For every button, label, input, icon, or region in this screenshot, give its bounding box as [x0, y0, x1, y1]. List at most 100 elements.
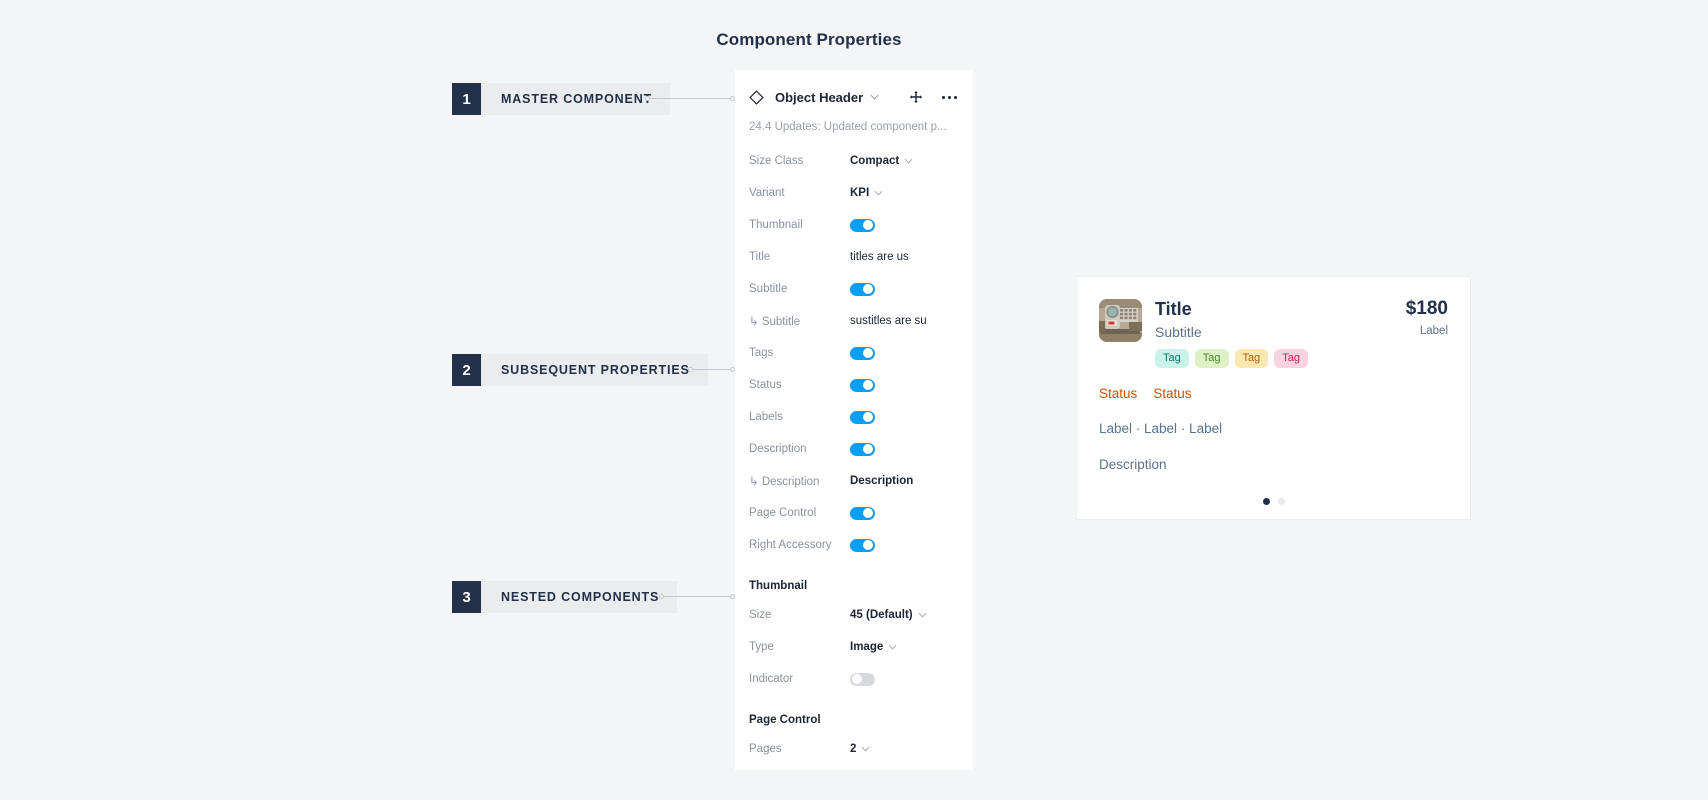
property-value-text: KPI — [850, 187, 870, 199]
page-dot-active[interactable] — [1262, 498, 1270, 505]
property-row-thumbnail-indicator[interactable]: Indicator — [735, 663, 973, 695]
property-row-thumbnail-type[interactable]: Type Image — [735, 631, 973, 663]
property-row-pages[interactable]: Pages 2 — [735, 733, 973, 765]
object-header-preview-card: Title Subtitle Tag Tag Tag Tag $180 Labe… — [1077, 277, 1470, 519]
property-value-text: Image — [850, 641, 884, 653]
property-label: Title — [749, 251, 771, 263]
tag-4[interactable]: Tag — [1274, 348, 1308, 368]
toggle-description[interactable] — [850, 442, 875, 456]
property-label: Subtitle — [749, 283, 788, 295]
property-label: Type — [749, 641, 774, 653]
property-label: Pages — [749, 743, 782, 755]
card-text-block: Title Subtitle Tag Tag Tag Tag — [1155, 299, 1390, 368]
toggle-status[interactable] — [850, 378, 875, 392]
property-row-description-toggle[interactable]: Description — [735, 433, 973, 465]
callout-subsequent-properties: 2 SUBSEQUENT PROPERTIES — [452, 354, 708, 386]
property-row-variant[interactable]: Variant KPI — [735, 177, 973, 209]
card-body: Status Status Label · Label · Label Desc… — [1077, 368, 1470, 472]
toggle-subtitle[interactable] — [850, 282, 875, 296]
toggle-labels[interactable] — [850, 410, 875, 424]
callout-nested-components: 3 NESTED COMPONENTS — [452, 581, 678, 613]
card-top-section: Title Subtitle Tag Tag Tag Tag $180 Labe… — [1077, 277, 1470, 368]
status-text-1: Status — [1099, 385, 1138, 401]
callout-number: 2 — [452, 354, 481, 386]
toggle-knob — [863, 380, 873, 390]
card-kpi-block: $180 Label — [1390, 298, 1448, 368]
toggle-page-control[interactable] — [850, 506, 875, 520]
toggle-knob — [863, 348, 873, 358]
property-label: ↳ Subtitle — [749, 316, 801, 328]
property-row-description-value[interactable]: ↳ Description Description — [735, 465, 973, 497]
toggle-knob — [863, 284, 873, 294]
property-row-subtitle-value[interactable]: ↳ Subtitle sustitles are su — [735, 305, 973, 337]
callout-number: 1 — [452, 83, 481, 115]
property-row-status[interactable]: Status — [735, 369, 973, 401]
property-value-select[interactable]: Image — [850, 641, 897, 653]
property-value-text: Compact — [850, 155, 900, 167]
callout-label: MASTER COMPONENT — [481, 83, 671, 115]
property-label: Description — [749, 443, 807, 455]
chevron-down-icon — [874, 190, 883, 196]
move-arrows-icon[interactable] — [906, 87, 926, 107]
card-description: Description — [1099, 456, 1167, 472]
diamond-icon — [749, 89, 764, 105]
property-value-text[interactable]: Description — [850, 475, 913, 487]
tag-3[interactable]: Tag — [1234, 348, 1269, 368]
tag-2[interactable]: Tag — [1194, 348, 1229, 368]
property-value-select[interactable]: 45 (Default) — [850, 609, 927, 621]
property-value-select[interactable]: Compact — [850, 155, 913, 167]
chevron-down-icon — [904, 158, 913, 164]
connector-line — [693, 369, 730, 370]
property-label: Size — [749, 609, 772, 621]
card-labels-line: Label · Label · Label — [1099, 420, 1223, 436]
property-row-title[interactable]: Title titles are us — [735, 241, 973, 273]
property-row-right-accessory[interactable]: Right Accessory — [735, 529, 973, 561]
callout-label: SUBSEQUENT PROPERTIES — [481, 354, 708, 386]
callout-label: NESTED COMPONENTS — [481, 581, 678, 613]
property-value-text: 45 (Default) — [850, 609, 913, 621]
property-value-text[interactable]: titles are us — [850, 251, 909, 263]
toggle-thumbnail[interactable] — [850, 218, 875, 232]
tag-1[interactable]: Tag — [1155, 348, 1189, 368]
property-row-labels[interactable]: Labels — [735, 401, 973, 433]
property-row-thumbnail-size[interactable]: Size 45 (Default) — [735, 599, 973, 631]
property-row-subtitle-toggle[interactable]: Subtitle — [735, 273, 973, 305]
property-label: Status — [749, 379, 782, 391]
toggle-tags[interactable] — [850, 346, 875, 360]
property-label: Size Class — [749, 155, 804, 167]
property-value-select[interactable]: KPI — [850, 187, 883, 199]
property-label: Page Control — [749, 507, 817, 519]
ellipsis-dot — [953, 95, 957, 99]
toggle-knob — [863, 220, 873, 230]
toggle-knob — [851, 674, 862, 684]
callout-master-component: 1 MASTER COMPONENT — [452, 83, 671, 115]
property-row-tags[interactable]: Tags — [735, 337, 973, 369]
property-value-text[interactable]: sustitles are su — [850, 315, 927, 327]
property-label: Tags — [749, 347, 774, 359]
callout-connector-3 — [659, 593, 735, 600]
property-label: Labels — [749, 411, 783, 423]
chevron-down-icon — [888, 644, 897, 650]
chevron-down-icon[interactable] — [870, 94, 879, 100]
card-tags: Tag Tag Tag Tag — [1155, 348, 1390, 368]
page-title: Component Properties — [0, 30, 1708, 50]
property-label: Indicator — [749, 673, 794, 685]
property-row-size-class[interactable]: Size Class Compact — [735, 145, 973, 177]
ellipsis-dot — [947, 95, 951, 99]
thumbnail-image[interactable] — [1099, 299, 1142, 342]
property-value-select[interactable]: 2 — [850, 743, 870, 755]
component-name: Object Header — [775, 89, 864, 105]
page-control-dots[interactable] — [1077, 498, 1470, 505]
toggle-right-accessory[interactable] — [850, 538, 875, 552]
toggle-knob — [863, 412, 873, 422]
toggle-indicator[interactable] — [850, 672, 875, 686]
component-properties-panel: Object Header 24.4 Updates: Updated comp… — [735, 70, 973, 770]
page-dot[interactable] — [1277, 498, 1285, 505]
ellipsis-icon[interactable] — [939, 87, 959, 107]
card-status-line: Status Status — [1099, 386, 1448, 401]
callout-connector-2 — [688, 366, 735, 373]
section-heading-page-control: Page Control — [749, 714, 821, 726]
callout-connector-1 — [645, 95, 735, 102]
property-row-thumbnail[interactable]: Thumbnail — [735, 209, 973, 241]
property-row-page-control[interactable]: Page Control — [735, 497, 973, 529]
